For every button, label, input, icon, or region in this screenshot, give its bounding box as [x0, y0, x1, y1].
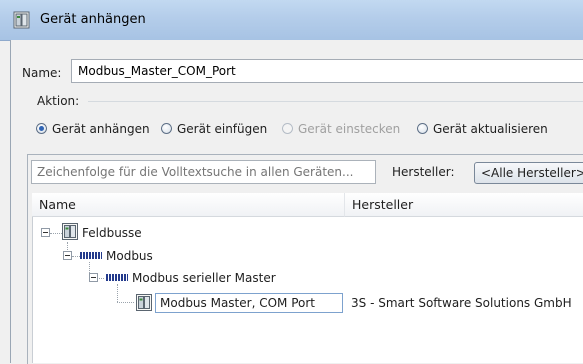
name-input[interactable] — [71, 59, 583, 83]
group-divider — [88, 101, 583, 102]
radio-disabled-icon — [282, 123, 293, 134]
radio-unchecked-icon — [161, 123, 172, 134]
device-folder-icon — [62, 223, 78, 240]
modbus-logo-icon — [80, 252, 102, 259]
radio-unchecked-icon — [417, 123, 428, 134]
tree-connector — [50, 233, 62, 234]
fulltext-search-input[interactable] — [31, 160, 376, 184]
radio-label: Gerät anhängen — [52, 122, 150, 136]
vendor-dropdown[interactable]: <Alle Hersteller> — [474, 162, 583, 184]
device-folder-icon — [13, 11, 30, 29]
modbus-logo-icon — [106, 274, 128, 281]
radio-label: Gerät einstecken — [298, 122, 401, 136]
selected-device-label[interactable]: Modbus Master, COM Port — [155, 293, 343, 313]
collapse-icon[interactable] — [89, 273, 98, 282]
column-header-vendor[interactable]: Hersteller — [345, 193, 583, 217]
collapse-icon[interactable] — [41, 228, 50, 237]
tree-connector — [72, 256, 80, 257]
radio-checked-icon — [36, 123, 47, 134]
action-group-label: Aktion: — [37, 94, 80, 108]
device-icon — [136, 294, 152, 311]
name-label: Name: — [22, 66, 62, 80]
window-title: Gerät anhängen — [40, 12, 146, 27]
radio-label: Gerät einfügen — [177, 122, 268, 136]
vendor-cell: 3S - Smart Software Solutions GmbH — [351, 296, 572, 310]
radio-label: Gerät aktualisieren — [433, 122, 548, 136]
tree-item-label: Modbus serieller Master — [132, 271, 276, 285]
tree-item-label: Modbus — [106, 249, 153, 263]
collapse-icon[interactable] — [63, 251, 72, 260]
column-header-name[interactable]: Name — [32, 193, 345, 217]
tree-item-label: Feldbusse — [82, 226, 142, 240]
vendor-label: Hersteller: — [392, 165, 455, 179]
title-bar: Gerät anhängen — [0, 0, 583, 41]
